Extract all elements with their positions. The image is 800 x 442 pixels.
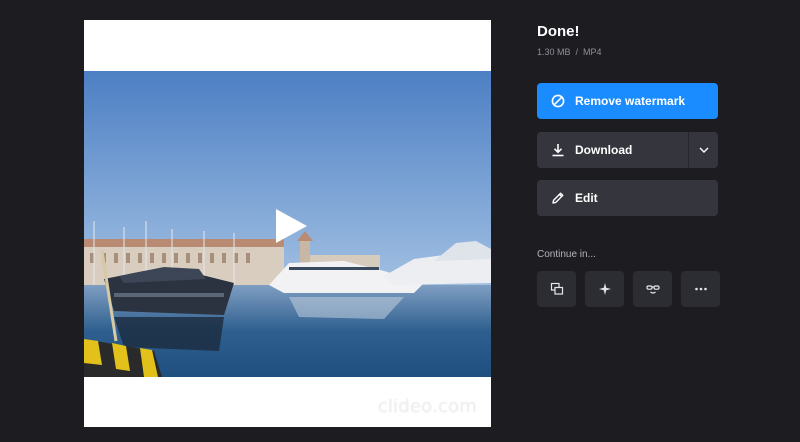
meme-face-icon xyxy=(645,285,660,294)
file-format: MP4 xyxy=(583,47,602,57)
chevron-down-icon xyxy=(699,147,708,153)
prohibited-icon xyxy=(551,94,565,108)
continue-in-label: Continue in... xyxy=(537,249,596,260)
download-options-toggle[interactable] xyxy=(688,132,718,168)
play-button[interactable] xyxy=(274,208,308,244)
file-size: 1.30 MB xyxy=(537,47,571,57)
play-icon xyxy=(276,209,307,243)
edit-label: Edit xyxy=(575,191,598,205)
remove-watermark-label: Remove watermark xyxy=(575,94,686,108)
layers-icon xyxy=(550,282,563,295)
more-icon xyxy=(694,287,707,291)
remove-watermark-button[interactable]: Remove watermark xyxy=(537,83,718,119)
download-label: Download xyxy=(575,143,633,157)
file-meta: 1.30 MB / MP4 xyxy=(537,47,718,57)
result-panel: Done! 1.30 MB / MP4 Remove watermark Dow… xyxy=(537,20,720,307)
sparkle-icon xyxy=(598,283,611,295)
tool-meme-button[interactable] xyxy=(633,271,672,307)
meta-separator: / xyxy=(575,47,579,57)
edit-button[interactable]: Edit xyxy=(537,180,718,216)
continue-tools xyxy=(537,271,720,307)
download-button[interactable]: Download xyxy=(537,132,718,168)
page-title: Done! xyxy=(537,23,580,40)
pencil-icon xyxy=(551,191,565,205)
tool-sparkle-button[interactable] xyxy=(585,271,624,307)
video-preview[interactable]: clideo.com xyxy=(84,20,491,427)
download-icon xyxy=(551,143,565,157)
tool-more-button[interactable] xyxy=(681,271,720,307)
watermark-text: clideo.com xyxy=(377,396,477,417)
tool-layers-button[interactable] xyxy=(537,271,576,307)
